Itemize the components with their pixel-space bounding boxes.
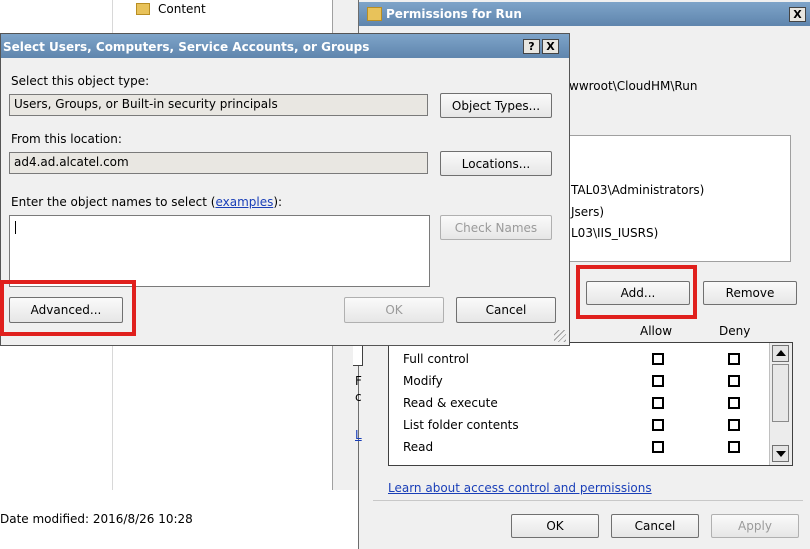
- scroll-thumb[interactable]: [772, 364, 789, 422]
- permission-label: Full control: [403, 352, 469, 366]
- deny-header: Deny: [719, 324, 751, 338]
- permission-row: Read: [403, 437, 783, 459]
- left-fragment: F: [355, 374, 362, 388]
- advanced-button-highlight: [0, 280, 136, 336]
- object-types-button[interactable]: Object Types...: [440, 93, 552, 118]
- folder-icon: [136, 3, 150, 15]
- permissions-footer-divider: [373, 500, 803, 501]
- examples-link[interactable]: examples: [215, 195, 273, 209]
- permissions-titlebar[interactable]: Permissions for Run X: [359, 2, 810, 26]
- ok-button[interactable]: OK: [511, 514, 599, 538]
- allow-checkbox[interactable]: [652, 375, 664, 387]
- cancel-button[interactable]: Cancel: [611, 514, 699, 538]
- select-ok-button[interactable]: OK: [344, 297, 444, 323]
- permission-list[interactable]: Full control Modify Read & execute List …: [388, 342, 793, 466]
- principal-item[interactable]: Jsers): [571, 205, 604, 219]
- deny-checkbox[interactable]: [728, 441, 740, 453]
- allow-checkbox[interactable]: [652, 397, 664, 409]
- permission-row: Modify: [403, 371, 783, 393]
- deny-checkbox[interactable]: [728, 419, 740, 431]
- principal-item[interactable]: TAL03\Administrators): [571, 183, 704, 197]
- location-label: From this location:: [11, 132, 122, 146]
- help-button[interactable]: ?: [523, 39, 540, 54]
- enter-names-prefix: Enter the object names to select (: [11, 195, 216, 209]
- permission-row: Full control: [403, 349, 783, 371]
- permission-row: List folder contents: [403, 415, 783, 437]
- object-path: wwroot\CloudHM\Run: [569, 79, 698, 93]
- scroll-up-button[interactable]: [772, 345, 789, 362]
- access-control-link[interactable]: Learn about access control and permissio…: [388, 481, 652, 495]
- left-fragment[interactable]: L: [355, 428, 362, 442]
- add-button-highlight: [576, 265, 697, 319]
- apply-button[interactable]: Apply: [711, 514, 799, 538]
- left-fragment: c: [355, 390, 362, 404]
- allow-header: Allow: [640, 324, 673, 338]
- close-button[interactable]: X: [542, 39, 559, 54]
- select-users-title: Select Users, Computers, Service Account…: [3, 40, 370, 54]
- principal-item[interactable]: L03\IIS_IUSRS): [571, 226, 658, 240]
- object-type-field: Users, Groups, or Built-in security prin…: [9, 94, 428, 116]
- allow-checkbox[interactable]: [652, 441, 664, 453]
- status-bar-text: Date modified: 2016/8/26 10:28: [0, 512, 193, 526]
- locations-button[interactable]: Locations...: [440, 151, 552, 176]
- check-names-button[interactable]: Check Names: [440, 215, 552, 240]
- text-caret: [15, 221, 16, 234]
- select-users-titlebar[interactable]: Select Users, Computers, Service Account…: [1, 34, 569, 58]
- permission-label: Read: [403, 440, 434, 454]
- enter-names-suffix: ):: [273, 195, 283, 209]
- scroll-down-button[interactable]: [772, 445, 789, 462]
- permission-row: Read & execute: [403, 393, 783, 415]
- arrow-up-icon: [776, 350, 786, 356]
- permission-label: List folder contents: [403, 418, 519, 432]
- deny-checkbox[interactable]: [728, 353, 740, 365]
- permission-label: Modify: [403, 374, 443, 388]
- permission-scrollbar[interactable]: [769, 343, 792, 465]
- allow-checkbox[interactable]: [652, 353, 664, 365]
- permissions-close-button[interactable]: X: [789, 7, 806, 22]
- allow-checkbox[interactable]: [652, 419, 664, 431]
- deny-checkbox[interactable]: [728, 397, 740, 409]
- arrow-down-icon: [776, 451, 786, 457]
- select-cancel-button[interactable]: Cancel: [456, 297, 556, 323]
- folder-icon: [367, 7, 382, 21]
- enter-names-label: Enter the object names to select (exampl…: [11, 195, 282, 209]
- permissions-title: Permissions for Run: [386, 7, 522, 21]
- remove-button[interactable]: Remove: [703, 281, 797, 305]
- location-field: ad4.ad.alcatel.com: [9, 152, 428, 174]
- resize-grip-icon[interactable]: [554, 330, 566, 342]
- permission-label: Read & execute: [403, 396, 498, 410]
- object-type-label: Select this object type:: [11, 74, 150, 88]
- deny-checkbox[interactable]: [728, 375, 740, 387]
- tree-item-label: Content: [158, 2, 206, 16]
- object-names-input[interactable]: [9, 215, 430, 287]
